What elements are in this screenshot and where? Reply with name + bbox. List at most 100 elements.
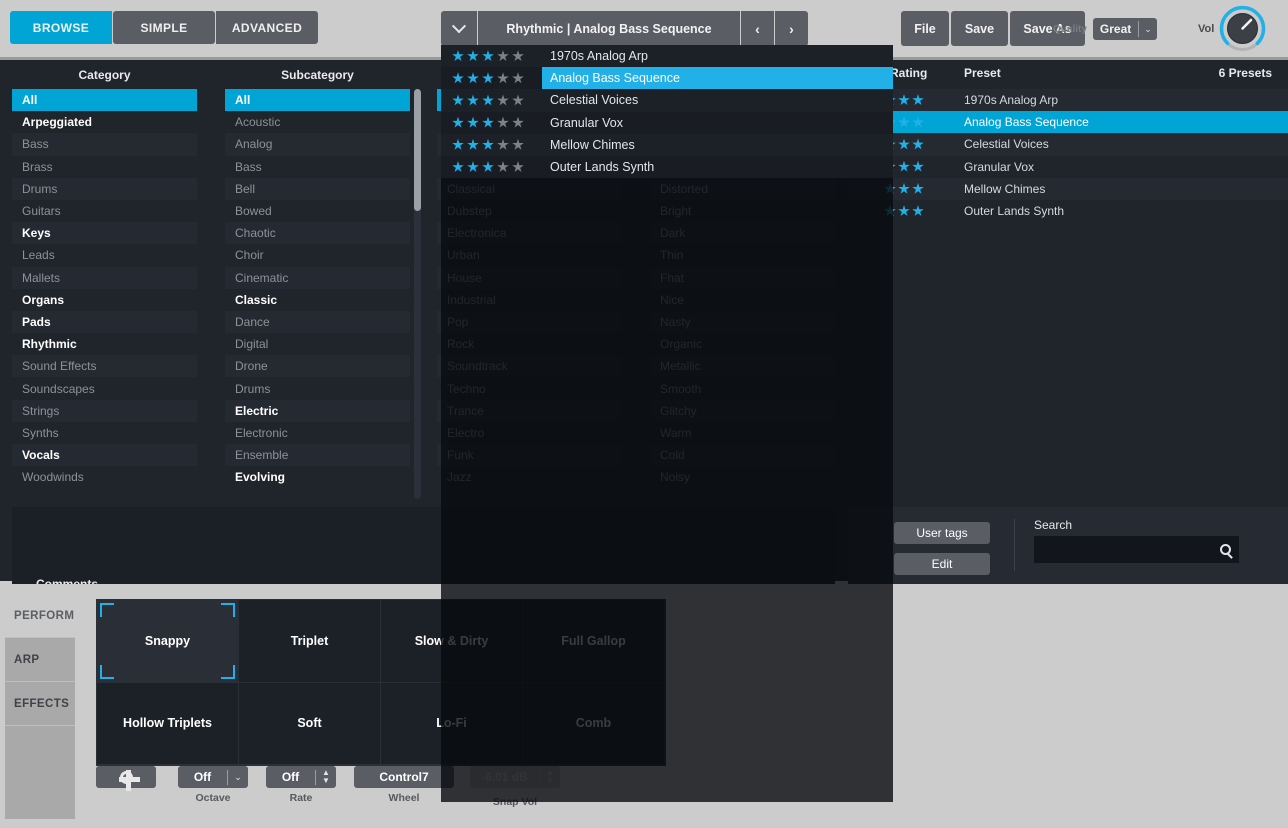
rating-star[interactable] bbox=[497, 117, 509, 129]
rating-star[interactable] bbox=[467, 161, 479, 173]
performance-tile[interactable]: Comb bbox=[523, 683, 665, 766]
table-row[interactable]: Analog Bass Sequence bbox=[848, 111, 1288, 133]
list-item[interactable]: Drums bbox=[12, 178, 197, 200]
rating-star[interactable] bbox=[898, 94, 910, 106]
list-item[interactable]: Rhythmic bbox=[12, 333, 197, 355]
rating-stars[interactable] bbox=[441, 139, 542, 151]
rating-star[interactable] bbox=[898, 205, 910, 217]
performance-tile[interactable]: Slow & Dirty bbox=[381, 600, 523, 683]
scrollbar-thumb[interactable] bbox=[414, 89, 421, 211]
table-row[interactable]: Granular Vox bbox=[848, 156, 1288, 178]
list-item[interactable]: Funk bbox=[437, 444, 622, 466]
list-item[interactable]: Techno bbox=[437, 377, 622, 399]
rating-star[interactable] bbox=[512, 117, 524, 129]
performance-tile-grid[interactable]: SnappyTripletSlow & DirtyFull GallopHoll… bbox=[96, 599, 666, 766]
list-item[interactable]: Nasty bbox=[650, 311, 835, 333]
menu-item[interactable]: 1970s Analog Arp bbox=[441, 45, 893, 67]
list-item[interactable]: Electro bbox=[437, 422, 622, 444]
rating-star[interactable] bbox=[512, 139, 524, 151]
list-item[interactable]: Chaotic bbox=[225, 222, 410, 244]
performance-tile[interactable]: Lo-Fi bbox=[381, 683, 523, 766]
octave-select[interactable]: Off ⌄ bbox=[178, 766, 248, 788]
menu-item[interactable]: Mellow Chimes bbox=[441, 134, 893, 156]
list-item[interactable]: Dance bbox=[225, 311, 410, 333]
rating-star[interactable] bbox=[898, 183, 910, 195]
list-item[interactable]: Pop bbox=[437, 311, 622, 333]
list-item[interactable]: Nice bbox=[650, 289, 835, 311]
rating-star[interactable] bbox=[512, 50, 524, 62]
rating-star[interactable] bbox=[512, 72, 524, 84]
list-item[interactable]: Electronica bbox=[437, 222, 622, 244]
list-item[interactable]: Strings bbox=[12, 400, 197, 422]
list-item[interactable]: Soundscapes bbox=[12, 377, 197, 399]
performance-tile[interactable]: Full Gallop bbox=[523, 600, 665, 683]
rating-star[interactable] bbox=[898, 116, 910, 128]
list-item[interactable]: Bass bbox=[225, 156, 410, 178]
rating-star[interactable] bbox=[912, 94, 924, 106]
settings-button[interactable] bbox=[96, 766, 156, 788]
snap-vol-stepper[interactable]: -6.01 dB ▲▼ bbox=[470, 766, 560, 788]
rating-star[interactable] bbox=[898, 161, 910, 173]
rating-stars[interactable] bbox=[441, 161, 542, 173]
comments-box[interactable] bbox=[12, 507, 835, 584]
list-item[interactable]: Analog bbox=[225, 133, 410, 155]
rating-star[interactable] bbox=[497, 50, 509, 62]
file-button[interactable]: File bbox=[901, 11, 949, 46]
menu-item[interactable]: Celestial Voices bbox=[441, 89, 893, 111]
rating-star[interactable] bbox=[482, 117, 494, 129]
table-row[interactable]: Celestial Voices bbox=[848, 133, 1288, 155]
list-item[interactable]: Fhat bbox=[650, 267, 835, 289]
tab-browse[interactable]: BROWSE bbox=[10, 11, 112, 44]
list-item[interactable]: Electric bbox=[225, 400, 410, 422]
rating-star[interactable] bbox=[452, 139, 464, 151]
list-item[interactable]: Guitars bbox=[12, 200, 197, 222]
list-item[interactable]: Synths bbox=[12, 422, 197, 444]
list-item[interactable]: Woodwinds bbox=[12, 466, 197, 488]
list-item[interactable]: Bowed bbox=[225, 200, 410, 222]
list-item[interactable]: Digital bbox=[225, 333, 410, 355]
rating-stars[interactable] bbox=[441, 94, 542, 106]
list-item[interactable]: Choir bbox=[225, 244, 410, 266]
list-item[interactable]: Bright bbox=[650, 200, 835, 222]
list-item[interactable]: Organic bbox=[650, 333, 835, 355]
table-row[interactable]: 1970s Analog Arp bbox=[848, 89, 1288, 111]
rating-star[interactable] bbox=[452, 117, 464, 129]
list-item[interactable]: House bbox=[437, 267, 622, 289]
list-item[interactable]: Organs bbox=[12, 289, 197, 311]
rating-stars[interactable] bbox=[848, 205, 964, 217]
list-item[interactable]: Leads bbox=[12, 244, 197, 266]
wheel-button[interactable]: Control7 bbox=[354, 766, 454, 788]
rating-star[interactable] bbox=[482, 161, 494, 173]
list-item[interactable]: Dark bbox=[650, 222, 835, 244]
preset-dropdown-toggle[interactable] bbox=[441, 11, 477, 46]
list-item[interactable]: Metallic bbox=[650, 355, 835, 377]
table-row[interactable]: Mellow Chimes bbox=[848, 178, 1288, 200]
list-item[interactable]: Urban bbox=[437, 244, 622, 266]
prev-preset-button[interactable]: ‹ bbox=[741, 11, 774, 46]
spinner-arrows-icon[interactable]: ▲▼ bbox=[540, 769, 560, 785]
list-item[interactable]: All bbox=[225, 89, 410, 111]
list-item[interactable]: Industrial bbox=[437, 289, 622, 311]
rating-star[interactable] bbox=[482, 139, 494, 151]
rating-star[interactable] bbox=[467, 94, 479, 106]
rating-star[interactable] bbox=[898, 138, 910, 150]
rating-star[interactable] bbox=[912, 161, 924, 173]
user-tags-button[interactable]: User tags bbox=[894, 522, 990, 544]
list-item[interactable]: Cinematic bbox=[225, 267, 410, 289]
rate-stepper[interactable]: Off ▲▼ bbox=[266, 766, 336, 788]
list-item[interactable]: All bbox=[12, 89, 197, 111]
rating-star[interactable] bbox=[512, 94, 524, 106]
list-item[interactable]: Jazz bbox=[437, 466, 622, 488]
preset-list[interactable]: 1970s Analog ArpAnalog Bass SequenceCele… bbox=[848, 89, 1288, 504]
menu-item[interactable]: Outer Lands Synth bbox=[441, 156, 893, 178]
list-item[interactable]: Cold bbox=[650, 444, 835, 466]
current-preset-name[interactable]: Rhythmic | Analog Bass Sequence bbox=[478, 11, 740, 46]
list-item[interactable]: Noisy bbox=[650, 466, 835, 488]
performance-tile[interactable]: Hollow Triplets bbox=[97, 683, 239, 766]
rating-star[interactable] bbox=[452, 50, 464, 62]
list-item[interactable]: Electronic bbox=[225, 422, 410, 444]
rating-star[interactable] bbox=[497, 72, 509, 84]
list-item[interactable]: Vocals bbox=[12, 444, 197, 466]
performance-tile[interactable]: Triplet bbox=[239, 600, 381, 683]
subcategory-scrollbar[interactable] bbox=[414, 89, 421, 499]
